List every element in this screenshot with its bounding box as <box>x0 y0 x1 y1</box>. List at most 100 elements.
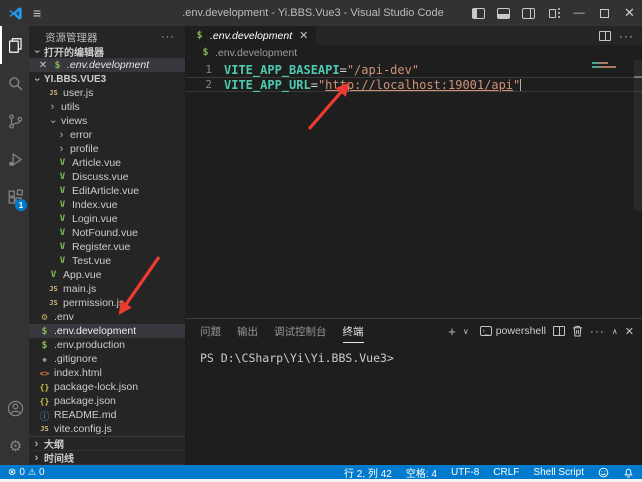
tree-item-Test.vue[interactable]: VTest.vue <box>29 254 185 268</box>
close-button[interactable]: ✕ <box>617 0 642 26</box>
explorer-more-icon[interactable]: ··· <box>161 31 175 43</box>
sidebar-section-时间线[interactable]: ›时间线 <box>29 451 185 465</box>
close-panel-icon[interactable]: ✕ <box>625 325 634 338</box>
status-item[interactable]: 空格: 4 <box>406 465 437 480</box>
vue-file-icon: V <box>57 242 68 252</box>
tree-item-profile[interactable]: ›profile <box>29 142 185 156</box>
tree-item-error[interactable]: ›error <box>29 128 185 142</box>
sidebar-bottom-sections: ›大纲›时间线 <box>29 436 185 465</box>
account-icon[interactable] <box>0 389 29 427</box>
chevron-right-icon: › <box>32 452 41 464</box>
tree-item-package.json[interactable]: {}package.json <box>29 394 185 408</box>
gear-file-icon: ⚙ <box>39 312 50 323</box>
js-file-icon: JS <box>48 285 59 293</box>
tree-item-views[interactable]: ›views <box>29 114 185 128</box>
settings-gear-icon[interactable]: ⚙ <box>0 427 29 465</box>
vscode-window: ≡ .env.development - Yi.BBS.Vue3 - Visua… <box>0 0 642 482</box>
panel-tab-终端[interactable]: 终端 <box>343 320 364 343</box>
panel-more-icon[interactable]: ··· <box>590 324 605 338</box>
vue-file-icon: V <box>57 256 68 266</box>
shell-file-icon: $ <box>39 340 50 351</box>
tree-item-.env.production[interactable]: $.env.production <box>29 338 185 352</box>
tree-item-Discuss.vue[interactable]: VDiscuss.vue <box>29 170 185 184</box>
shell-file-icon: $ <box>194 30 205 41</box>
chevron-right-icon: › <box>32 438 41 450</box>
explorer-icon[interactable] <box>0 26 29 64</box>
sidebar-section-大纲[interactable]: ›大纲 <box>29 437 185 451</box>
tree-item-user.js[interactable]: JSuser.js <box>29 86 185 100</box>
editor-more-icon[interactable]: ··· <box>619 29 634 43</box>
tab-close-icon[interactable]: ✕ <box>299 29 308 42</box>
maximize-button[interactable] <box>592 0 617 26</box>
url-link[interactable]: http://localhost:19001/api <box>325 78 513 92</box>
vue-file-icon: V <box>57 214 68 224</box>
run-debug-icon[interactable] <box>0 140 29 178</box>
open-editor-item[interactable]: ✕$.env.development <box>29 58 185 72</box>
tree-item-Login.vue[interactable]: VLogin.vue <box>29 212 185 226</box>
tree-item-index.html[interactable]: <>index.html <box>29 366 185 380</box>
search-icon[interactable] <box>0 64 29 102</box>
powershell-select[interactable]: ›_ powershell <box>480 325 546 337</box>
tree-item-Register.vue[interactable]: VRegister.vue <box>29 240 185 254</box>
split-terminal-icon[interactable] <box>553 326 565 336</box>
close-editor-icon[interactable]: ✕ <box>38 60 48 71</box>
editor-area: $ .env.development ✕ ··· $ .env.developm… <box>186 26 642 465</box>
customize-layout-icon[interactable] <box>541 0 566 26</box>
tree-item-.env.development[interactable]: $.env.development <box>29 324 185 338</box>
editor-tab[interactable]: $ .env.development ✕ <box>186 26 316 45</box>
panel-tab-问题[interactable]: 问题 <box>200 320 221 343</box>
tree-item-package-lock.json[interactable]: {}package-lock.json <box>29 380 185 394</box>
chevron-right-icon: › <box>57 143 66 155</box>
json-file-icon: {} <box>39 397 50 406</box>
status-item[interactable]: CRLF <box>493 465 519 480</box>
open-editors-header[interactable]: › 打开的编辑器 <box>29 44 185 58</box>
feedback-icon[interactable] <box>598 467 609 478</box>
new-terminal-icon[interactable]: + <box>448 324 456 339</box>
menu-icon[interactable]: ≡ <box>33 5 41 21</box>
split-editor-icon[interactable] <box>599 31 611 41</box>
kill-terminal-icon[interactable] <box>572 325 583 337</box>
extensions-badge: 1 <box>15 199 27 211</box>
tree-item-README.md[interactable]: ⓘREADME.md <box>29 408 185 422</box>
status-item[interactable]: UTF-8 <box>451 465 479 480</box>
editor-scrollbar[interactable] <box>634 60 642 210</box>
vue-file-icon: V <box>57 186 68 196</box>
panel-tab-输出[interactable]: 输出 <box>237 320 258 343</box>
tree-item-.gitignore[interactable]: ◆.gitignore <box>29 352 185 366</box>
code-editor[interactable]: 1VITE_APP_BASEAPI="/api-dev"2VITE_APP_UR… <box>186 60 642 318</box>
tree-item-Article.vue[interactable]: VArticle.vue <box>29 156 185 170</box>
tree-item-NotFound.vue[interactable]: VNotFound.vue <box>29 226 185 240</box>
tree-item-App.vue[interactable]: VApp.vue <box>29 268 185 282</box>
toggle-panel-icon[interactable] <box>491 0 516 26</box>
project-root-header[interactable]: › YI.BBS.VUE3 <box>29 72 185 86</box>
status-item[interactable]: 行 2, 列 42 <box>344 465 392 480</box>
minimize-button[interactable]: — <box>567 0 592 26</box>
tree-item-Index.vue[interactable]: VIndex.vue <box>29 198 185 212</box>
git-file-icon: ◆ <box>39 355 50 364</box>
tree-item-utils[interactable]: ›utils <box>29 100 185 114</box>
breadcrumb[interactable]: $ .env.development <box>186 45 642 60</box>
vue-file-icon: V <box>57 228 68 238</box>
tree-item-EditArticle.vue[interactable]: VEditArticle.vue <box>29 184 185 198</box>
toggle-sidebar-icon[interactable] <box>466 0 491 26</box>
problems-status[interactable]: ⊗ 0 ⚠ 0 <box>8 467 45 478</box>
panel-tab-调试控制台[interactable]: 调试控制台 <box>274 320 327 343</box>
tree-item-main.js[interactable]: JSmain.js <box>29 282 185 296</box>
source-control-icon[interactable] <box>0 102 29 140</box>
info-file-icon: ⓘ <box>39 408 50 423</box>
toggle-secondary-sidebar-icon[interactable] <box>516 0 541 26</box>
tree-item-permission.js[interactable]: JSpermission.js <box>29 296 185 310</box>
text-cursor <box>520 79 521 91</box>
extensions-icon[interactable]: 1 <box>0 178 29 216</box>
terminal-content[interactable]: PS D:\CSharp\Yi\Yi.BBS.Vue3> <box>186 343 642 465</box>
title-bar: ≡ .env.development - Yi.BBS.Vue3 - Visua… <box>0 0 642 26</box>
shell-file-icon: $ <box>52 60 63 71</box>
terminal-dropdown-icon[interactable]: ∨ <box>463 327 469 336</box>
chevron-down-icon: › <box>31 47 43 56</box>
notifications-bell-icon[interactable] <box>623 467 634 478</box>
shell-file-icon: $ <box>39 326 50 337</box>
tree-item-.env[interactable]: ⚙.env <box>29 310 185 324</box>
maximize-panel-icon[interactable]: ∧ <box>612 327 618 336</box>
tree-item-vite.config.js[interactable]: JSvite.config.js <box>29 422 185 436</box>
status-item[interactable]: Shell Script <box>533 465 584 480</box>
